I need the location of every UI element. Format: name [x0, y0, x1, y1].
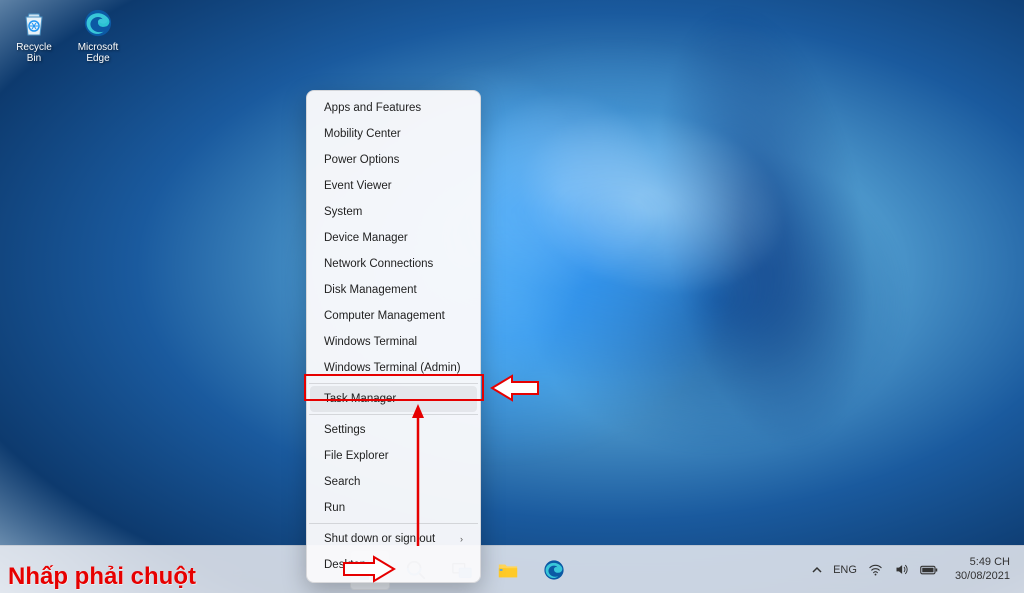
menu-item-settings[interactable]: Settings	[310, 417, 477, 443]
edge-glyph	[81, 6, 115, 40]
tray-chevron-icon[interactable]	[812, 565, 822, 575]
system-tray: ENG 5:49 CH 30/08/2021	[812, 546, 1016, 593]
menu-item-label: Windows Terminal (Admin)	[324, 362, 461, 374]
menu-item-system[interactable]: System	[310, 199, 477, 225]
menu-item-label: Windows Terminal	[324, 336, 417, 348]
menu-item-label: Settings	[324, 424, 366, 436]
edge-label: Microsoft Edge	[72, 42, 124, 64]
menu-item-windows-terminal[interactable]: Windows Terminal	[310, 329, 477, 355]
menu-item-label: System	[324, 206, 362, 218]
menu-item-label: Computer Management	[324, 310, 445, 322]
winx-context-menu: Apps and Features Mobility Center Power Op…	[306, 90, 481, 583]
taskbar-clock[interactable]: 5:49 CH 30/08/2021	[949, 556, 1016, 584]
edge-desktop-icon[interactable]: Microsoft Edge	[72, 6, 124, 64]
language-indicator[interactable]: ENG	[833, 564, 857, 576]
menu-item-label: Search	[324, 476, 360, 488]
clock-time: 5:49 CH	[955, 556, 1010, 570]
wallpaper-bloom	[0, 0, 1024, 545]
menu-item-windows-terminal-admin[interactable]: Windows Terminal (Admin)	[310, 355, 477, 381]
menu-item-disk-management[interactable]: Disk Management	[310, 277, 477, 303]
desktop[interactable]: Recycle Bin Microsoft Edge Apps and Feat…	[0, 0, 1024, 593]
menu-item-power-options[interactable]: Power Options	[310, 147, 477, 173]
menu-item-label: Mobility Center	[324, 128, 401, 140]
annotation-arrow-vertical	[410, 404, 426, 546]
menu-item-label: Network Connections	[324, 258, 433, 270]
annotation-arrow-right	[342, 555, 396, 583]
sound-icon[interactable]	[894, 562, 909, 577]
menu-item-label: Device Manager	[324, 232, 408, 244]
annotation-arrow-left	[490, 374, 540, 402]
menu-item-label: Power Options	[324, 154, 399, 166]
file-explorer-button[interactable]	[488, 550, 528, 590]
menu-separator	[309, 383, 478, 384]
menu-item-label: Apps and Features	[324, 102, 421, 114]
battery-icon[interactable]	[920, 564, 938, 576]
menu-item-mobility-center[interactable]: Mobility Center	[310, 121, 477, 147]
recycle-bin-glyph	[17, 6, 51, 40]
menu-item-computer-management[interactable]: Computer Management	[310, 303, 477, 329]
menu-item-task-manager[interactable]: Task Manager	[310, 386, 477, 412]
wifi-icon[interactable]	[868, 562, 883, 577]
menu-item-event-viewer[interactable]: Event Viewer	[310, 173, 477, 199]
menu-item-search[interactable]: Search	[310, 469, 477, 495]
menu-item-file-explorer[interactable]: File Explorer	[310, 443, 477, 469]
menu-item-label: Task Manager	[324, 393, 396, 405]
menu-item-label: File Explorer	[324, 450, 389, 462]
menu-separator	[309, 523, 478, 524]
menu-item-label: Run	[324, 502, 345, 514]
menu-item-network-connections[interactable]: Network Connections	[310, 251, 477, 277]
menu-item-label: Disk Management	[324, 284, 417, 296]
recycle-bin-icon[interactable]: Recycle Bin	[8, 6, 60, 64]
menu-separator	[309, 414, 478, 415]
chevron-right-icon: ›	[460, 534, 463, 544]
menu-item-apps-and-features[interactable]: Apps and Features	[310, 95, 477, 121]
menu-item-device-manager[interactable]: Device Manager	[310, 225, 477, 251]
annotation-text: Nhấp phải chuột	[8, 563, 196, 591]
clock-date: 30/08/2021	[955, 570, 1010, 584]
menu-item-run[interactable]: Run	[310, 495, 477, 521]
menu-item-shut-down-or-sign-out[interactable]: Shut down or sign out›	[310, 526, 477, 552]
desktop-icons-area: Recycle Bin Microsoft Edge	[8, 6, 124, 64]
menu-item-label: Event Viewer	[324, 180, 392, 192]
recycle-bin-label: Recycle Bin	[8, 42, 60, 64]
edge-taskbar-button[interactable]	[534, 550, 574, 590]
